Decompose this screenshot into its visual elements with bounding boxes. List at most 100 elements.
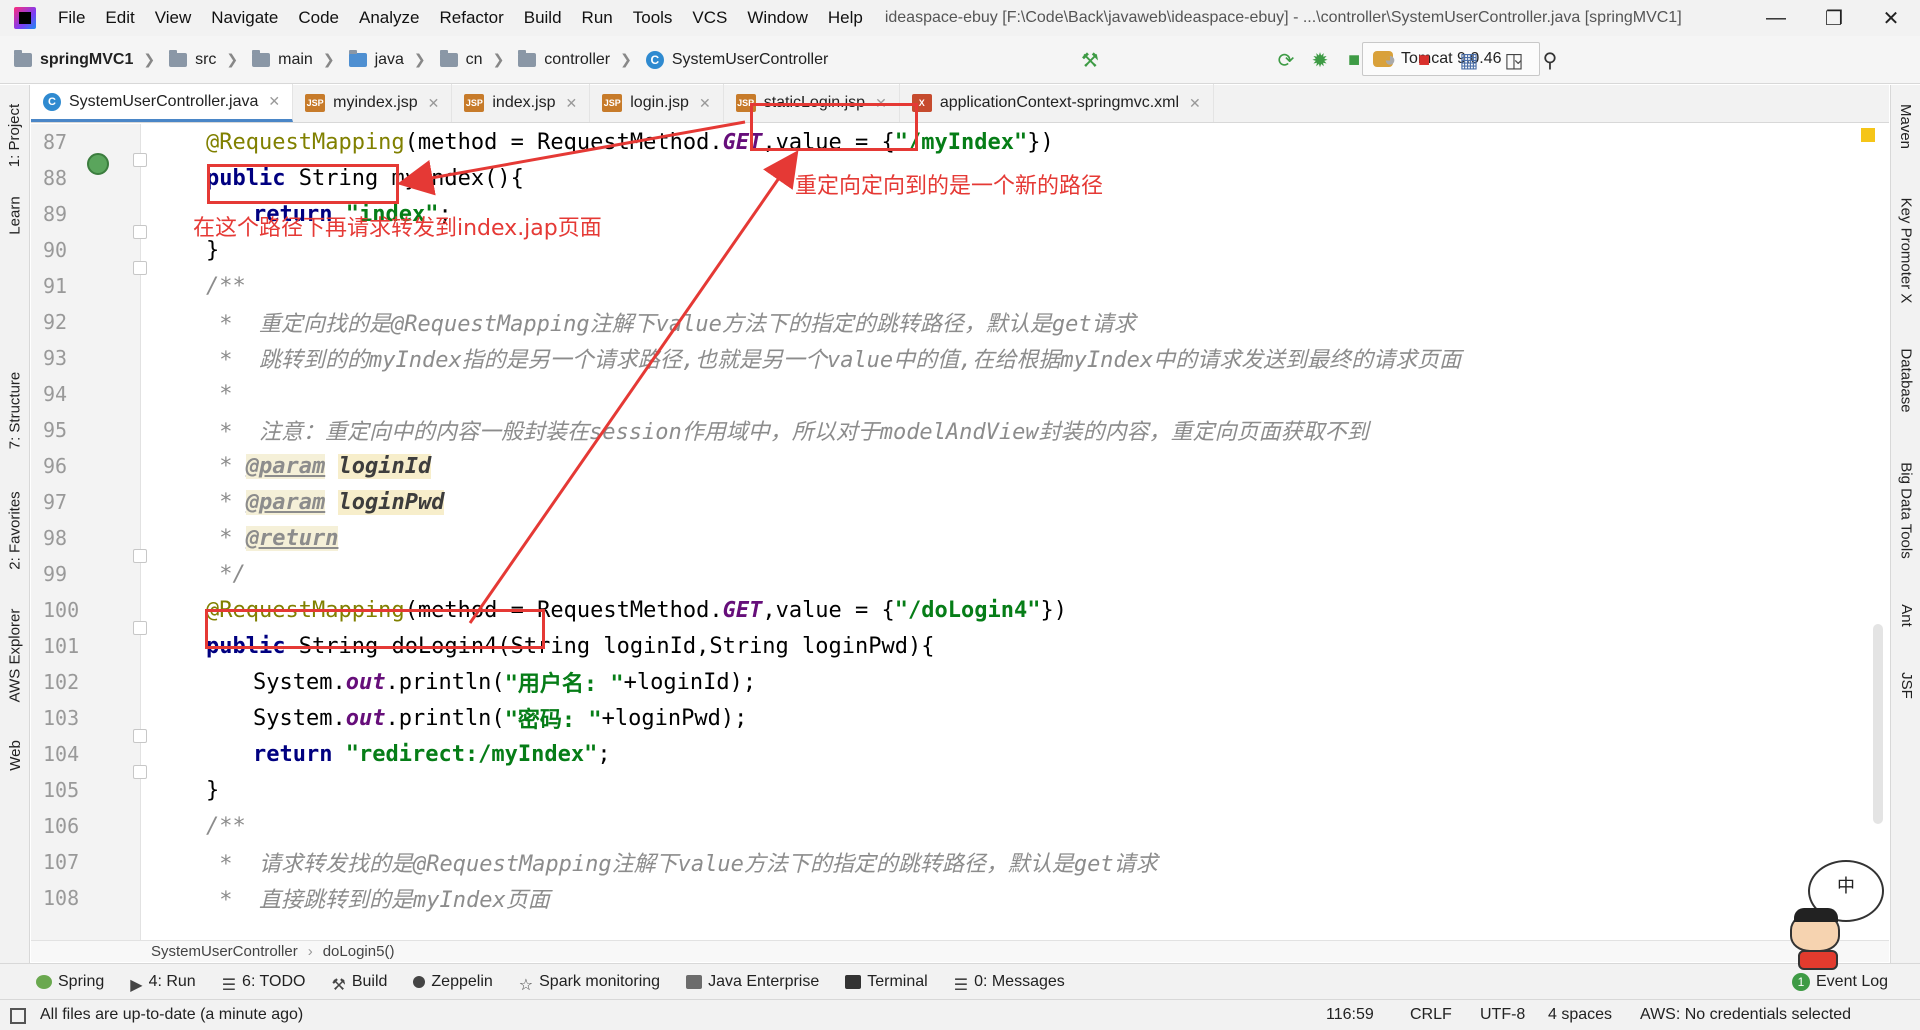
search-icon[interactable]: ⚲ xyxy=(1536,46,1564,74)
close-icon[interactable]: ✕ xyxy=(428,95,440,112)
tool-window-terminal[interactable]: Terminal xyxy=(845,973,928,991)
breadcrumb-class[interactable]: C SystemUserController xyxy=(645,50,828,69)
line-number: 93 xyxy=(43,346,68,370)
build-hammer-icon[interactable]: ⚒ xyxy=(1076,46,1104,74)
editor-tab-label: applicationContext-springmvc.xml xyxy=(939,94,1180,111)
menu-vcs[interactable]: VCS xyxy=(682,8,737,28)
code-line-102: System. out .println("用户名: " +loginId); xyxy=(253,669,757,698)
close-window-icon[interactable]: ✕ xyxy=(1862,0,1920,36)
tool-window-todo[interactable]: ☰ 6: TODO xyxy=(222,973,306,994)
fold-marker-icon[interactable] xyxy=(133,765,147,779)
tool-tab-aws-explorer[interactable]: AWS Explorer xyxy=(2,595,28,715)
line-separator[interactable]: CRLF xyxy=(1410,1006,1452,1024)
fold-marker-icon[interactable] xyxy=(133,621,147,635)
editor-tab[interactable]: JSP index.jsp ✕ xyxy=(452,84,591,122)
tool-tab-favorites[interactable]: 2: Favorites xyxy=(2,475,28,585)
close-icon[interactable]: ✕ xyxy=(566,95,578,112)
debug-icon[interactable]: ✹ xyxy=(1306,46,1334,74)
indent-setting[interactable]: 4 spaces xyxy=(1548,1006,1612,1024)
breadcrumb-controller[interactable]: controller ❯ xyxy=(518,49,632,69)
menu-refactor[interactable]: Refactor xyxy=(429,8,513,28)
annotation-note-redirect: 重定向定向到的是一个新的路径 xyxy=(795,174,1104,199)
menu-navigate[interactable]: Navigate xyxy=(201,8,288,28)
code-editor[interactable]: 87 88 89 90 91 92 93 94 95 96 97 98 99 1… xyxy=(31,124,1889,940)
code-crumb-method[interactable]: doLogin5() xyxy=(323,943,395,960)
close-icon[interactable]: ✕ xyxy=(268,93,280,110)
code-crumb-class[interactable]: SystemUserController xyxy=(151,943,298,960)
tool-window-build[interactable]: ⚒ Build xyxy=(331,973,387,994)
menu-window[interactable]: Window xyxy=(737,8,817,28)
toggle-tool-windows-icon[interactable] xyxy=(10,1008,26,1024)
line-number: 105 xyxy=(43,778,80,802)
tool-tab-big-data-tools[interactable]: Big Data Tools xyxy=(1893,445,1919,575)
tool-tab-project[interactable]: 1: Project xyxy=(2,95,28,175)
tool-window-run[interactable]: ▶ 4: Run xyxy=(130,973,195,994)
menu-analyze[interactable]: Analyze xyxy=(349,8,429,28)
menu-help[interactable]: Help xyxy=(818,8,873,28)
chevron-right-icon: ❯ xyxy=(143,51,156,67)
tool-window-event-log[interactable]: 1 Event Log xyxy=(1792,972,1888,991)
tool-window-zeppelin[interactable]: Zeppelin xyxy=(413,973,493,991)
line-number: 97 xyxy=(43,490,68,514)
tool-tab-key-promoter[interactable]: Key Promoter X xyxy=(1893,185,1919,315)
warning-marker-icon[interactable] xyxy=(1861,128,1875,142)
breadcrumb-module[interactable]: springMVC1 ❯ xyxy=(14,49,156,69)
mascot-shirt xyxy=(1798,950,1838,970)
fold-marker-icon[interactable] xyxy=(133,153,147,167)
code-line-96: * @param loginId xyxy=(206,453,432,479)
caret-position[interactable]: 116:59 xyxy=(1326,1006,1374,1024)
fold-marker-icon[interactable] xyxy=(133,549,147,563)
tool-tab-ant[interactable]: Ant xyxy=(1893,585,1919,645)
tool-tab-maven[interactable]: Maven xyxy=(1893,91,1919,161)
tool-tab-structure[interactable]: 7: Structure xyxy=(2,355,28,465)
menu-edit[interactable]: Edit xyxy=(95,8,144,28)
terminal-window-icon[interactable]: ◫ xyxy=(1500,46,1528,74)
editor-tab[interactable]: JSP login.jsp ✕ xyxy=(590,84,724,122)
annotation-box-return-redirect xyxy=(205,609,545,649)
line-number: 108 xyxy=(43,886,80,910)
tool-tab-database[interactable]: Database xyxy=(1893,325,1919,435)
breadcrumb-src[interactable]: src ❯ xyxy=(169,49,238,69)
profile-icon[interactable]: ◕ xyxy=(1376,46,1404,74)
tool-window-java-enterprise[interactable]: Java Enterprise xyxy=(686,973,819,991)
tool-tab-learn[interactable]: Learn xyxy=(2,185,28,245)
fold-marker-icon[interactable] xyxy=(133,225,147,239)
tool-window-spring[interactable]: Spring xyxy=(36,973,104,991)
editor-scrollbar[interactable] xyxy=(1873,624,1883,824)
menu-tools[interactable]: Tools xyxy=(623,8,683,28)
close-icon[interactable]: ✕ xyxy=(1189,95,1201,112)
restore-icon[interactable]: ❐ xyxy=(1805,0,1863,36)
menu-view[interactable]: View xyxy=(145,8,202,28)
aws-credentials[interactable]: AWS: No credentials selected xyxy=(1640,1006,1851,1024)
close-icon[interactable]: ✕ xyxy=(699,95,711,112)
run-with-coverage-icon[interactable]: ■ xyxy=(1340,46,1368,74)
minimize-icon[interactable]: — xyxy=(1747,0,1805,36)
breadcrumb-main[interactable]: main ❯ xyxy=(252,49,335,69)
editor-tab[interactable]: C SystemUserController.java ✕ xyxy=(31,84,294,122)
editor-tab[interactable]: JSP myindex.jsp ✕ xyxy=(293,84,453,122)
tool-tab-web[interactable]: Web xyxy=(2,725,28,785)
line-number: 104 xyxy=(43,742,80,766)
menu-file[interactable]: File xyxy=(48,8,95,28)
project-structure-icon[interactable]: ▦ xyxy=(1455,46,1483,74)
spring-bean-icon[interactable] xyxy=(87,153,109,175)
editor-tab[interactable]: X applicationContext-springmvc.xml ✕ xyxy=(900,84,1214,122)
menu-code[interactable]: Code xyxy=(288,8,349,28)
breadcrumb-cn[interactable]: cn ❯ xyxy=(439,49,504,69)
fold-marker-icon[interactable] xyxy=(133,729,147,743)
breadcrumb-java[interactable]: java ❯ xyxy=(348,49,426,69)
event-log-badge: 1 xyxy=(1792,972,1810,991)
tool-tab-jsf[interactable]: JSF xyxy=(1893,655,1919,715)
menu-run[interactable]: Run xyxy=(572,8,623,28)
zeppelin-icon xyxy=(413,975,426,988)
java-class-icon: C xyxy=(43,92,61,111)
tool-window-messages[interactable]: ☰ 0: Messages xyxy=(954,973,1065,994)
fold-marker-icon[interactable] xyxy=(133,261,147,275)
intellij-logo-icon xyxy=(14,7,36,29)
rerun-icon[interactable]: ⟳ xyxy=(1272,46,1300,74)
file-encoding[interactable]: UTF-8 xyxy=(1480,1006,1525,1024)
line-number: 89 xyxy=(43,202,68,226)
stop-icon[interactable]: ■ xyxy=(1410,46,1438,74)
tool-window-spark-monitoring[interactable]: ☆ Spark monitoring xyxy=(519,973,660,994)
menu-build[interactable]: Build xyxy=(514,8,572,28)
